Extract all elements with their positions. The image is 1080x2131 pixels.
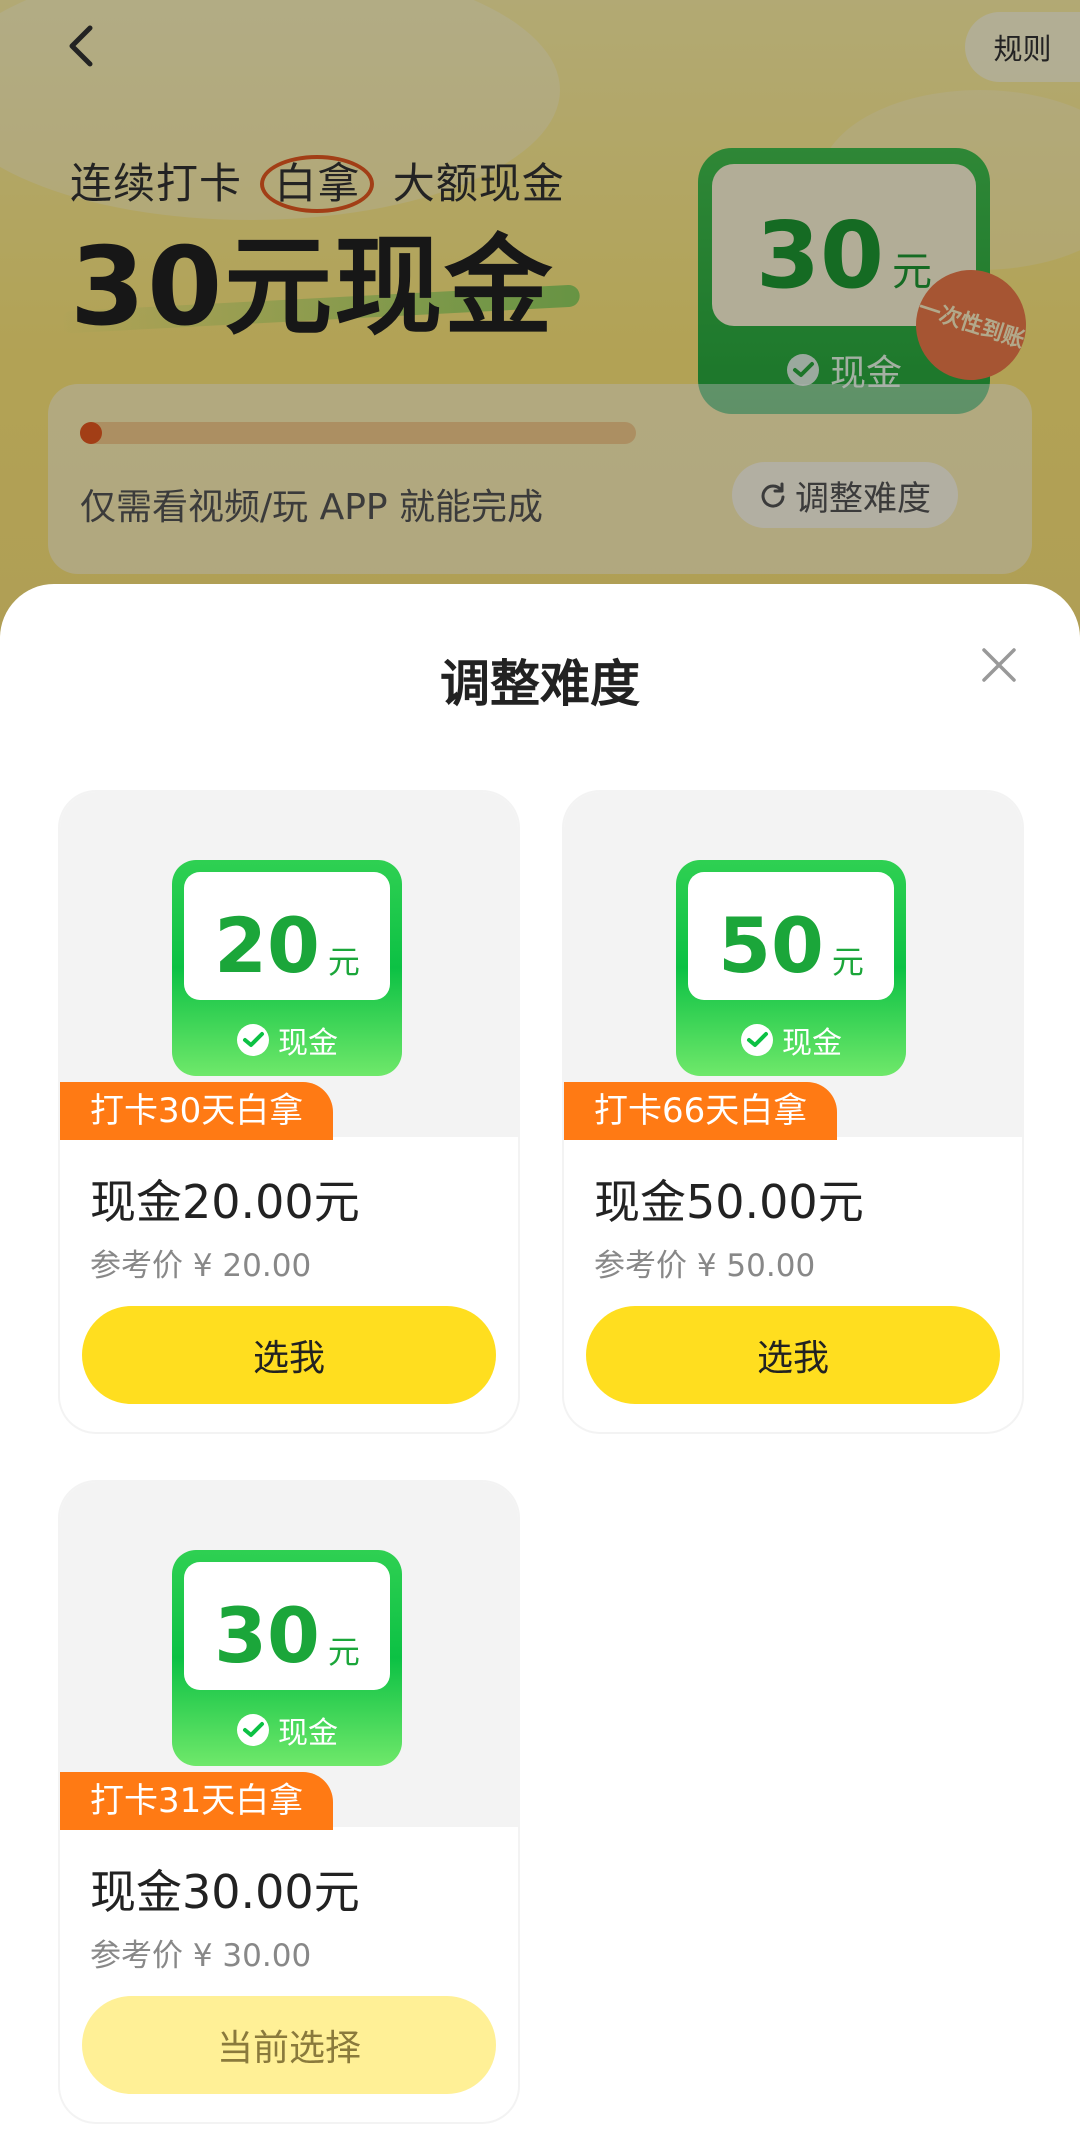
coupon-amount: 30: [214, 1591, 320, 1680]
select-option-button[interactable]: 选我: [82, 1306, 496, 1404]
reward-page-header: 规则 连续打卡 白拿 大额现金 30元现金 30 元 现金 一次性到账 仅需看视…: [0, 0, 1080, 640]
coupon-footer-label: 现金: [278, 1026, 338, 1061]
coupon-unit: 元: [327, 943, 360, 981]
option-price-title: 现金30.00元: [90, 1865, 360, 1919]
cash-coupon: 30 元 现金: [172, 1550, 402, 1766]
sheet-title: 调整难度: [440, 655, 640, 713]
cash-coupon: 20 元 现金: [172, 860, 402, 1076]
option-price-title: 现金20.00元: [90, 1175, 360, 1229]
close-icon[interactable]: [978, 644, 1020, 686]
adjust-difficulty-sheet: 调整难度 20 元 现金 打卡30天白拿 现金20.00元 参考价 ¥ 20.0…: [0, 584, 1080, 2131]
modal-backdrop[interactable]: [0, 0, 1080, 640]
coupon-footer: 现金: [172, 1708, 402, 1752]
cash-coupon-amount-area: 20 元: [184, 872, 390, 1000]
option-price-title: 现金50.00元: [594, 1175, 864, 1229]
coupon-footer: 现金: [676, 1018, 906, 1062]
option-reference-price: 参考价 ¥ 30.00: [90, 1938, 312, 1974]
reward-option-preview: 20 元 现金 打卡30天白拿: [60, 792, 518, 1140]
wechat-pay-icon: [741, 1024, 773, 1056]
reward-option-card-current: 30 元 现金 打卡31天白拿 现金30.00元 参考价 ¥ 30.00 当前选…: [60, 1482, 518, 2122]
option-reference-price: 参考价 ¥ 20.00: [90, 1248, 312, 1284]
cash-coupon-amount-area: 30 元: [184, 1562, 390, 1690]
option-reference-price: 参考价 ¥ 50.00: [594, 1248, 816, 1284]
checkin-days-tag: 打卡30天白拿: [60, 1082, 334, 1140]
wechat-pay-icon: [237, 1024, 269, 1056]
current-selection-button[interactable]: 当前选择: [82, 1996, 496, 2094]
coupon-amount: 50: [718, 901, 824, 990]
coupon-footer-label: 现金: [782, 1026, 842, 1061]
reward-option-preview: 30 元 现金 打卡31天白拿: [60, 1482, 518, 1830]
coupon-unit: 元: [327, 1633, 360, 1671]
checkin-days-tag: 打卡66天白拿: [564, 1082, 838, 1140]
cash-coupon: 50 元 现金: [676, 860, 906, 1076]
wechat-pay-icon: [237, 1714, 269, 1746]
reward-option-card: 50 元 现金 打卡66天白拿 现金50.00元 参考价 ¥ 50.00 选我: [564, 792, 1022, 1432]
checkin-days-tag: 打卡31天白拿: [60, 1772, 334, 1830]
reward-option-card: 20 元 现金 打卡30天白拿 现金20.00元 参考价 ¥ 20.00 选我: [60, 792, 518, 1432]
coupon-unit: 元: [831, 943, 864, 981]
coupon-footer: 现金: [172, 1018, 402, 1062]
cash-coupon-amount-area: 50 元: [688, 872, 894, 1000]
reward-option-preview: 50 元 现金 打卡66天白拿: [564, 792, 1022, 1140]
coupon-footer-label: 现金: [278, 1716, 338, 1751]
coupon-amount: 20: [214, 901, 320, 990]
select-option-button[interactable]: 选我: [586, 1306, 1000, 1404]
